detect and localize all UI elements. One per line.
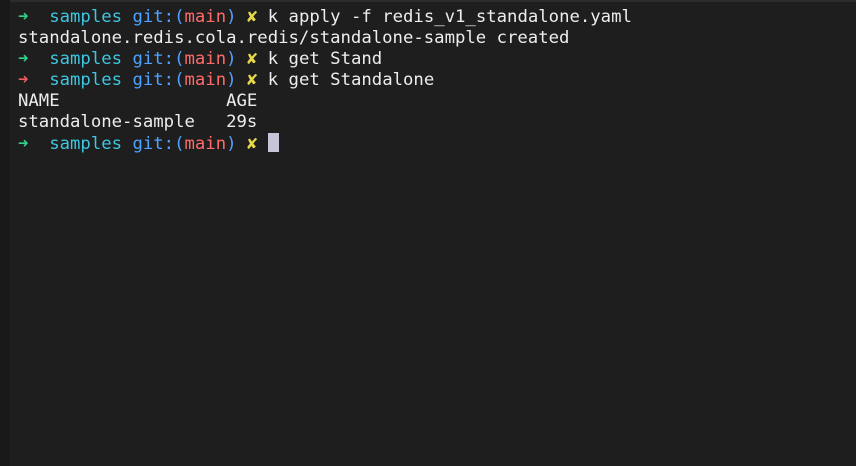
git-branch: main	[184, 7, 227, 27]
git-suffix: )	[226, 49, 237, 69]
dirty-marker-icon: ✘	[246, 7, 258, 27]
table-header-row: NAME AGE	[18, 91, 258, 111]
git-suffix: )	[226, 70, 237, 90]
window-top-edge	[0, 0, 856, 2]
prompt-directory: samples	[49, 134, 123, 154]
git-prefix: git:(	[132, 70, 185, 90]
prompt-line: ➜ samples git:(main) ✘ k get Stand	[18, 49, 856, 70]
output-line: standalone.redis.cola.redis/standalone-s…	[18, 28, 570, 48]
table-row: standalone-sample 29s	[18, 112, 258, 132]
git-branch: main	[184, 49, 227, 69]
terminal-output[interactable]: ➜ samples git:(main) ✘ k apply -f redis_…	[18, 7, 856, 154]
prompt-line: ➜ samples git:(main) ✘ k apply -f redis_…	[18, 7, 856, 28]
prompt-directory: samples	[49, 7, 123, 27]
window-left-edge	[0, 0, 10, 466]
git-branch: main	[184, 134, 227, 154]
command-text: k get Stand	[267, 49, 383, 69]
dirty-marker-icon: ✘	[246, 49, 258, 69]
command-text: k get Standalone	[267, 70, 435, 90]
git-prefix: git:(	[132, 49, 185, 69]
git-suffix: )	[226, 7, 237, 27]
dirty-marker-icon: ✘	[246, 134, 258, 154]
prompt-arrow-icon: ➜	[18, 134, 29, 154]
prompt-line: ➜ samples git:(main) ✘ k get Standalone	[18, 70, 856, 91]
text-cursor	[267, 133, 279, 152]
git-prefix: git:(	[132, 134, 185, 154]
git-branch: main	[184, 70, 227, 90]
prompt-arrow-icon: ➜	[18, 49, 29, 69]
prompt-directory: samples	[49, 49, 123, 69]
git-suffix: )	[226, 134, 237, 154]
git-prefix: git:(	[132, 7, 185, 27]
prompt-directory: samples	[49, 70, 123, 90]
prompt-arrow-icon: ➜	[18, 70, 29, 90]
prompt-arrow-icon: ➜	[18, 7, 29, 27]
dirty-marker-icon: ✘	[246, 70, 258, 90]
active-prompt-line[interactable]: ➜ samples git:(main) ✘	[18, 133, 856, 154]
command-text: k apply -f redis_v1_standalone.yaml	[267, 7, 632, 27]
